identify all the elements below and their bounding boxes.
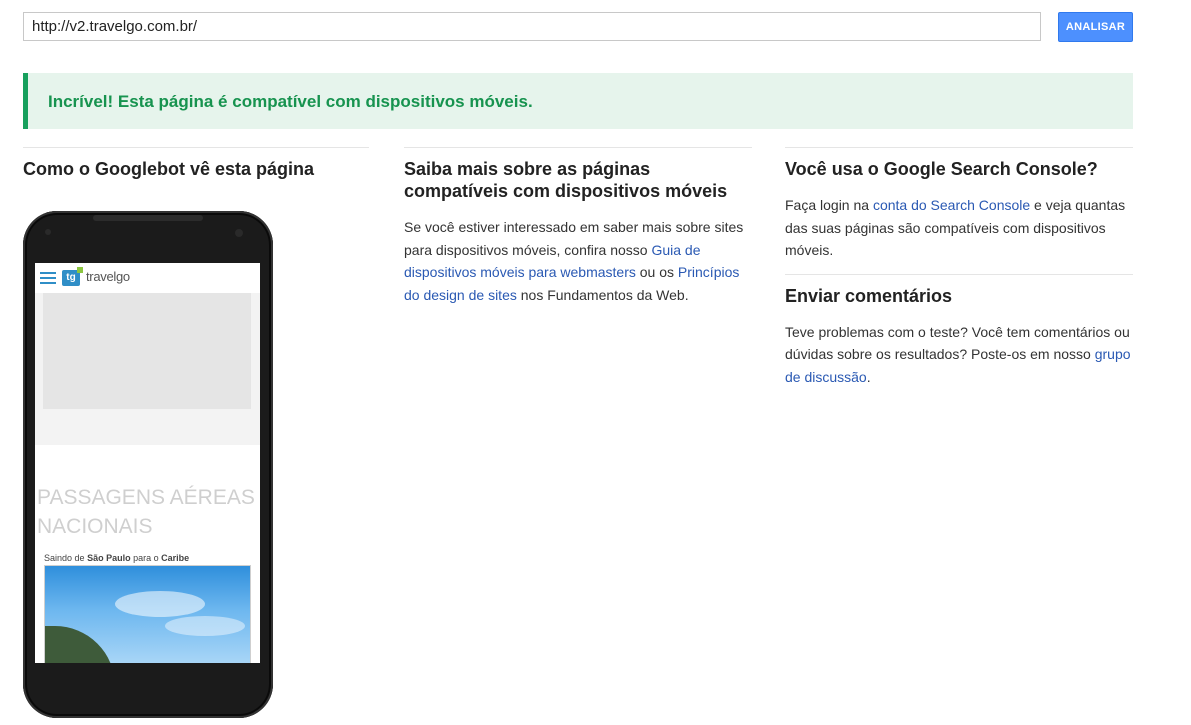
preview-destination-image: [44, 565, 251, 663]
learn-more-text: Se você estiver interessado em saber mai…: [404, 219, 744, 303]
search-console-section: Você usa o Google Search Console? Faça l…: [785, 147, 1133, 388]
search-console-text: Faça login na conta do Search Console e …: [785, 197, 1126, 258]
phone-mockup: tg travelgo PASSAGENS AÉREAS NACIONAIS S…: [23, 211, 273, 718]
preview-route: Saindo de São Paulo para o Caribe: [44, 553, 190, 563]
page-preview-screen[interactable]: tg travelgo PASSAGENS AÉREAS NACIONAIS S…: [35, 263, 260, 663]
success-message: Incrível! Esta página é compatível com d…: [48, 92, 533, 111]
phone-speaker: [93, 215, 203, 221]
phone-camera: [235, 229, 243, 237]
url-input[interactable]: [23, 12, 1041, 41]
preview-header: tg travelgo: [35, 263, 260, 293]
analyze-button[interactable]: ANALISAR: [1058, 12, 1133, 42]
feedback-text: Teve problemas com o teste? Você tem com…: [785, 323, 1131, 385]
feedback-title: Enviar comentários: [785, 285, 953, 306]
preview-headline: PASSAGENS AÉREAS NACIONAIS: [37, 486, 255, 538]
learn-more-title: Saiba mais sobre as páginas compatíveis …: [404, 159, 728, 201]
phone-sensor: [45, 229, 51, 235]
travelgo-logo-icon: tg: [62, 267, 83, 286]
googlebot-view-title: Como o Googlebot vê esta página: [23, 159, 315, 179]
search-console-link[interactable]: conta do Search Console: [873, 197, 1030, 213]
success-banner: Incrível! Esta página é compatível com d…: [23, 73, 1133, 129]
googlebot-view-section: Como o Googlebot vê esta página: [23, 147, 369, 180]
preview-logo-text: travelgo: [86, 269, 130, 284]
search-console-title: Você usa o Google Search Console?: [785, 159, 1098, 179]
menu-icon: [40, 272, 56, 284]
preview-banner-area: [35, 293, 260, 445]
section-divider: [785, 273, 1133, 275]
preview-banner-placeholder: [43, 293, 251, 409]
learn-more-section: Saiba mais sobre as páginas compatíveis …: [404, 147, 752, 306]
